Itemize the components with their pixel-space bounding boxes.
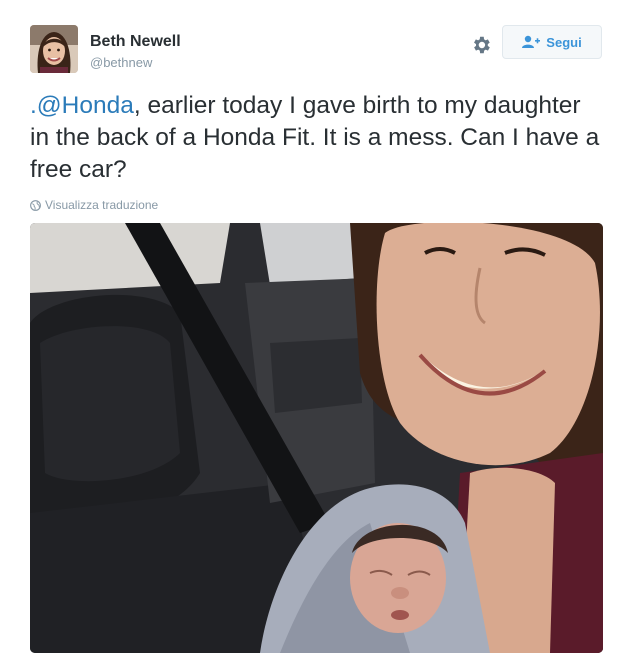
user-name[interactable]: Beth Newell	[90, 33, 181, 51]
follow-label: Segui	[546, 34, 582, 50]
tweet-text: .@Honda, earlier today I gave birth to m…	[30, 90, 600, 186]
avatar-image	[30, 25, 78, 73]
translate-link[interactable]: Visualizza traduzione	[30, 198, 158, 212]
gear-icon[interactable]	[470, 34, 492, 56]
avatar[interactable]	[30, 25, 78, 73]
translate-label: Visualizza traduzione	[45, 198, 159, 212]
user-handle[interactable]: @bethnew	[90, 55, 152, 70]
mention-link[interactable]: .@Honda	[30, 92, 134, 119]
car-interior-photo	[30, 223, 603, 653]
globe-icon	[30, 199, 41, 211]
tweet-photo[interactable]	[30, 223, 603, 653]
follow-button[interactable]: Segui	[502, 25, 602, 59]
add-user-icon	[522, 35, 541, 48]
